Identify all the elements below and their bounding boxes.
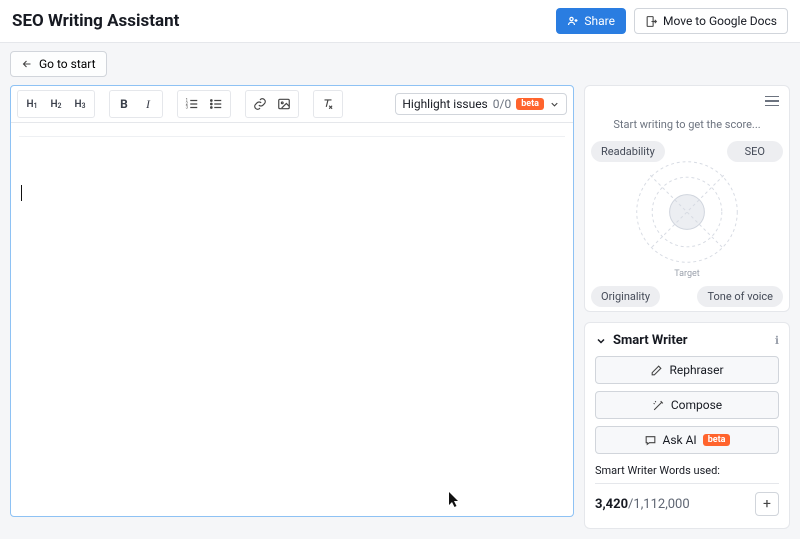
chat-icon bbox=[644, 434, 657, 447]
clear-format-icon bbox=[321, 97, 335, 111]
magic-wand-icon bbox=[652, 399, 665, 412]
unordered-list-button[interactable] bbox=[204, 93, 228, 115]
score-hint: Start writing to get the score... bbox=[585, 110, 789, 141]
originality-pill[interactable]: Originality bbox=[591, 286, 660, 307]
ordered-list-button[interactable]: 123 bbox=[180, 93, 204, 115]
bold-button[interactable]: B bbox=[112, 93, 136, 115]
user-plus-icon bbox=[567, 15, 579, 27]
top-bar: SEO Writing Assistant Share Move to Goog… bbox=[0, 0, 800, 43]
text-cursor bbox=[21, 185, 22, 201]
image-icon bbox=[277, 97, 291, 111]
list-group: 123 bbox=[177, 90, 231, 118]
radar-chart-icon bbox=[629, 154, 745, 270]
rephraser-button[interactable]: Rephraser bbox=[595, 356, 779, 384]
score-panel: Start writing to get the score... Readab… bbox=[584, 85, 790, 312]
editor-toolbar: H1 H2 H3 B I 123 bbox=[11, 86, 573, 123]
toolbar-left: H1 H2 H3 B I 123 bbox=[17, 90, 343, 118]
chevron-down-icon bbox=[549, 99, 560, 110]
smart-writer-toggle[interactable]: Smart Writer bbox=[595, 333, 688, 348]
info-button[interactable]: ℹ bbox=[775, 334, 779, 347]
target-label: Target bbox=[674, 269, 700, 279]
add-words-button[interactable]: + bbox=[755, 492, 779, 516]
smart-writer-panel: Smart Writer ℹ Rephraser Compose Ask AI … bbox=[584, 322, 790, 529]
move-to-google-docs-button[interactable]: Move to Google Docs bbox=[634, 8, 788, 34]
link-icon bbox=[253, 97, 267, 111]
beta-badge: beta bbox=[516, 98, 544, 110]
unordered-list-icon bbox=[209, 97, 223, 111]
chevron-down-icon bbox=[595, 335, 607, 347]
export-icon bbox=[645, 15, 658, 28]
arrow-left-icon bbox=[21, 58, 33, 70]
radar-chart: Readability SEO Originality Tone of voic… bbox=[585, 141, 789, 311]
tone-pill[interactable]: Tone of voice bbox=[697, 286, 783, 307]
panel-menu-button[interactable] bbox=[761, 92, 783, 110]
mouse-cursor-icon bbox=[449, 492, 461, 508]
ask-ai-button[interactable]: Ask AI beta bbox=[595, 426, 779, 454]
compose-button[interactable]: Compose bbox=[595, 391, 779, 419]
h1-button[interactable]: H1 bbox=[20, 93, 44, 115]
main: H1 H2 H3 B I 123 bbox=[0, 85, 800, 539]
svg-text:3: 3 bbox=[186, 105, 189, 110]
ruler bbox=[19, 129, 565, 137]
words-used-label: Smart Writer Words used: bbox=[595, 464, 779, 477]
clear-group bbox=[313, 90, 343, 118]
editor: H1 H2 H3 B I 123 bbox=[10, 85, 574, 517]
link-button[interactable] bbox=[248, 93, 272, 115]
go-to-start-button[interactable]: Go to start bbox=[10, 51, 107, 77]
h2-button[interactable]: H2 bbox=[44, 93, 68, 115]
page-title: SEO Writing Assistant bbox=[12, 11, 179, 31]
side-panel: Start writing to get the score... Readab… bbox=[584, 85, 790, 529]
ordered-list-icon: 123 bbox=[185, 97, 199, 111]
style-group: B I bbox=[109, 90, 163, 118]
top-actions: Share Move to Google Docs bbox=[556, 8, 788, 34]
share-button[interactable]: Share bbox=[556, 8, 626, 34]
highlight-issues-dropdown[interactable]: Highlight issues 0/0 beta bbox=[395, 93, 567, 115]
pencil-icon bbox=[650, 364, 663, 377]
sub-bar: Go to start bbox=[0, 43, 800, 85]
beta-badge: beta bbox=[703, 434, 731, 446]
editor-body[interactable] bbox=[11, 123, 573, 516]
words-used-value: 3,420/1,112,000 bbox=[595, 497, 690, 512]
italic-button[interactable]: I bbox=[136, 93, 160, 115]
clear-format-button[interactable] bbox=[316, 93, 340, 115]
insert-group bbox=[245, 90, 299, 118]
h3-button[interactable]: H3 bbox=[68, 93, 92, 115]
highlight-count: 0/0 bbox=[493, 97, 511, 111]
image-button[interactable] bbox=[272, 93, 296, 115]
heading-group: H1 H2 H3 bbox=[17, 90, 95, 118]
